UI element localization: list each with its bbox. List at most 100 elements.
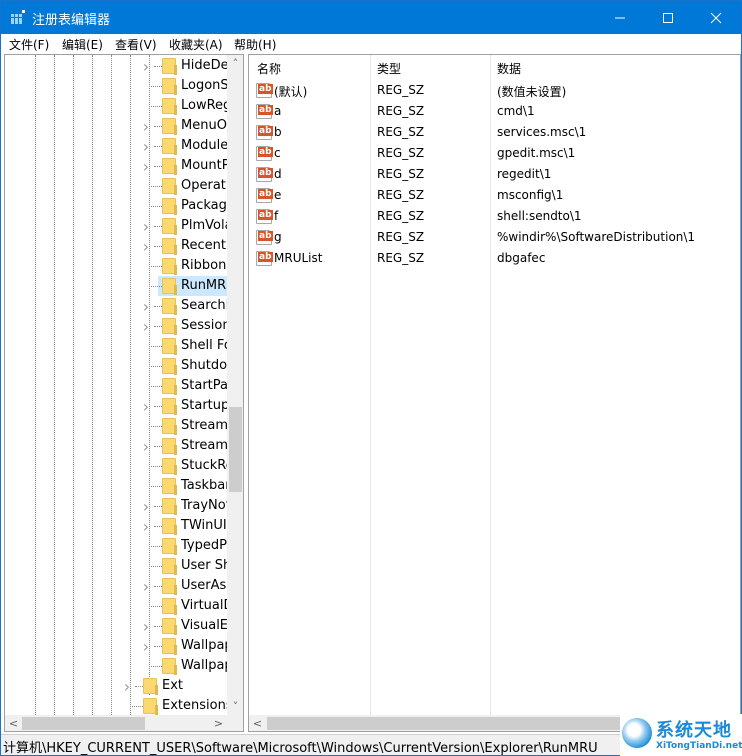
expand-chevron-icon[interactable]: › <box>141 216 151 236</box>
tree-item[interactable]: › StartupA <box>5 396 238 416</box>
string-value-icon: ab <box>256 125 273 140</box>
expand-chevron-icon[interactable]: › <box>141 56 151 76</box>
tree-item[interactable]: Taskbar <box>5 476 231 496</box>
expand-chevron-icon[interactable]: › <box>141 116 151 136</box>
menu-help[interactable]: 帮助(H) <box>234 36 276 53</box>
tree-item[interactable]: › Streams <box>5 436 235 456</box>
scroll-left-arrow[interactable]: < <box>249 715 266 731</box>
tree-item[interactable]: Ribbon <box>5 256 227 276</box>
registry-tree[interactable]: › HideDes LogonSt LowReg › MenuOr › Module › Moun… <box>4 54 244 732</box>
tree-item-label: Wallpap <box>181 658 233 673</box>
tree-item-label: Operati <box>181 178 230 193</box>
tree-item[interactable]: › Ext <box>5 676 227 696</box>
tree-item[interactable]: TypedPa <box>5 536 234 556</box>
tree-item-label: VisualEf <box>181 618 233 633</box>
watermark: 系统天地 XiTongTianDi.net <box>620 714 742 756</box>
tree-horizontal-scrollbar[interactable]: < > <box>5 715 227 731</box>
minimize-button[interactable] <box>597 1 643 34</box>
tree-item[interactable]: › SearchP <box>5 296 234 316</box>
value-row[interactable]: ab c REG_SZ gpedit.msc\1 <box>249 143 740 164</box>
folder-icon <box>162 598 177 615</box>
string-value-icon: ab <box>256 230 273 245</box>
value-row[interactable]: ab (默认) REG_SZ (数值未设置) <box>249 80 740 101</box>
expand-chevron-icon[interactable]: › <box>141 496 151 516</box>
tree-item[interactable]: › MountP <box>5 156 230 176</box>
close-button[interactable] <box>693 1 739 34</box>
value-row[interactable]: ab g REG_SZ %windir%\SoftwareDistribution\1 <box>249 227 740 248</box>
tree-item[interactable]: › Wallpap <box>5 636 233 656</box>
expand-chevron-icon[interactable]: › <box>141 396 151 416</box>
value-row[interactable]: ab f REG_SZ shell:sendto\1 <box>249 206 740 227</box>
tree-item[interactable]: StuckRe <box>5 456 234 476</box>
tree-connector-line <box>135 686 143 687</box>
value-row[interactable]: ab a REG_SZ cmd\1 <box>249 101 740 122</box>
tree-horizontal-scroll-thumb[interactable] <box>22 717 145 730</box>
expand-chevron-icon[interactable]: › <box>141 296 151 316</box>
tree-item[interactable]: LowReg <box>5 96 231 116</box>
tree-item[interactable]: Package <box>5 196 235 216</box>
expand-chevron-icon[interactable]: › <box>141 316 151 336</box>
tree-connector-line <box>149 346 162 347</box>
tree-item[interactable]: › Module <box>5 136 228 156</box>
expand-chevron-icon[interactable]: › <box>141 616 151 636</box>
menu-view[interactable]: 查看(V) <box>115 36 157 53</box>
scroll-up-arrow[interactable]: ˄ <box>227 55 243 72</box>
expand-chevron-icon[interactable]: › <box>141 576 151 596</box>
expand-chevron-icon[interactable]: › <box>141 436 151 456</box>
tree-item[interactable]: User Sh <box>5 556 231 576</box>
expand-chevron-icon[interactable]: › <box>141 516 151 536</box>
scroll-left-arrow[interactable]: < <box>5 715 22 731</box>
tree-item[interactable]: VirtualD <box>5 596 234 616</box>
tree-connector-line <box>149 386 162 387</box>
menu-favorites[interactable]: 收藏夹(A) <box>169 36 223 53</box>
tree-item[interactable]: StreamM <box>5 416 239 436</box>
tree-item[interactable]: › HideDes <box>5 56 236 76</box>
tree-item[interactable]: LogonSt <box>5 76 234 96</box>
column-header-name[interactable]: 名称 <box>249 55 369 79</box>
tree-item[interactable]: › UserAss <box>5 576 233 596</box>
tree-connector-line <box>154 126 162 127</box>
tree-item[interactable]: Shutdov <box>5 356 235 376</box>
tree-item[interactable]: › TWinUI <box>5 516 227 536</box>
column-header-type[interactable]: 类型 <box>369 55 489 79</box>
scroll-right-arrow[interactable]: > <box>210 715 227 731</box>
column-header-data[interactable]: 数据 <box>489 55 739 79</box>
value-row[interactable]: ab b REG_SZ services.msc\1 <box>249 122 740 143</box>
tree-connector-line <box>149 546 162 547</box>
folder-icon <box>162 578 177 595</box>
scroll-down-arrow[interactable]: ˅ <box>227 698 243 715</box>
expand-chevron-icon[interactable]: › <box>122 676 132 696</box>
tree-connector-line <box>154 226 162 227</box>
value-row[interactable]: ab d REG_SZ regedit\1 <box>249 164 740 185</box>
value-row[interactable]: ab MRUList REG_SZ dbgafec <box>249 248 740 269</box>
expand-chevron-icon[interactable]: › <box>141 236 151 256</box>
tree-item[interactable]: › TrayNot <box>5 496 231 516</box>
expand-chevron-icon[interactable]: › <box>141 156 151 176</box>
tree-item[interactable]: RunMRU <box>5 276 236 296</box>
tree-item-label: MountP <box>181 158 230 173</box>
menu-file[interactable]: 文件(F) <box>9 36 49 53</box>
maximize-button[interactable] <box>645 1 691 34</box>
tree-item[interactable]: Shell Fo <box>5 336 232 356</box>
values-list[interactable]: 名称 类型 数据 ab (默认) REG_SZ (数值未设置) ab a REG_SZ cmd… <box>248 54 741 732</box>
tree-item[interactable]: › PlmVola <box>5 216 233 236</box>
tree-item[interactable]: Extensions <box>5 696 233 716</box>
expand-chevron-icon[interactable]: › <box>141 636 151 656</box>
expand-chevron-icon[interactable]: › <box>141 136 151 156</box>
tree-item[interactable]: › VisualEf <box>5 616 233 636</box>
ab-glyph: ab <box>258 189 273 199</box>
tree-vertical-scrollbar[interactable]: ˄ ˅ <box>227 55 243 715</box>
tree-connector-line <box>149 606 162 607</box>
tree-item[interactable]: Wallpap <box>5 656 233 676</box>
tree-item[interactable]: StartPag <box>5 376 236 396</box>
tree-vertical-scroll-thumb[interactable] <box>229 407 242 493</box>
value-row[interactable]: ab e REG_SZ msconfig\1 <box>249 185 740 206</box>
value-type: REG_SZ <box>377 251 425 265</box>
menu-edit[interactable]: 编辑(E) <box>62 36 103 53</box>
tree-item[interactable]: › Session <box>5 316 231 336</box>
tree-item[interactable]: › MenuOr <box>5 116 232 136</box>
value-type: REG_SZ <box>377 209 425 223</box>
tree-item[interactable]: › RecentD <box>5 236 236 256</box>
value-type: REG_SZ <box>377 125 425 139</box>
tree-item[interactable]: Operati <box>5 176 230 196</box>
